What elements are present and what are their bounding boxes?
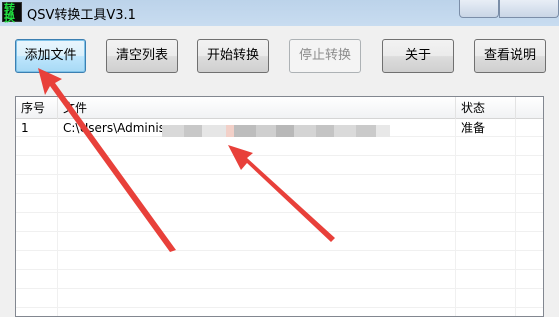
table-row-empty	[16, 214, 543, 232]
table-row-empty	[16, 271, 543, 289]
table-row-empty	[16, 138, 543, 156]
start-convert-button[interactable]: 开始转换	[197, 39, 269, 73]
clear-list-button[interactable]: 清空列表	[106, 39, 178, 73]
table-row-empty	[16, 157, 543, 175]
app-logo-icon: 转 换	[2, 2, 22, 23]
table-row-empty	[16, 252, 543, 270]
column-header-file[interactable]: 文件	[58, 97, 456, 119]
about-button[interactable]: 关于	[382, 39, 454, 73]
redacted-path-blur	[162, 123, 390, 139]
add-file-button[interactable]: 添加文件	[15, 39, 86, 73]
table-row-empty	[16, 233, 543, 251]
column-divider	[455, 119, 456, 316]
view-help-button[interactable]: 查看说明	[474, 39, 546, 73]
row-status: 准备	[461, 121, 486, 135]
column-header-index[interactable]: 序号	[16, 97, 58, 119]
close-button[interactable]	[499, 0, 559, 18]
row-file-path: C:\Users\Administr	[63, 121, 166, 135]
list-header: 序号 文件 状态	[16, 97, 543, 119]
column-divider	[515, 119, 516, 316]
column-divider	[57, 119, 58, 316]
window-title: QSV转换工具V3.1	[27, 8, 136, 23]
table-row-empty	[16, 176, 543, 194]
row-index: 1	[21, 121, 29, 135]
stop-convert-button[interactable]: 停止转换	[289, 39, 361, 73]
app-window: 转 换 QSV转换工具V3.1 添加文件 清空列表 开始转换 停止转换 关于 查…	[0, 0, 559, 317]
minimize-button[interactable]	[459, 0, 499, 18]
table-row-empty	[16, 290, 543, 308]
table-row-empty	[16, 195, 543, 213]
title-bar: 转 换 QSV转换工具V3.1	[0, 0, 559, 26]
column-header-status[interactable]: 状态	[456, 97, 516, 119]
